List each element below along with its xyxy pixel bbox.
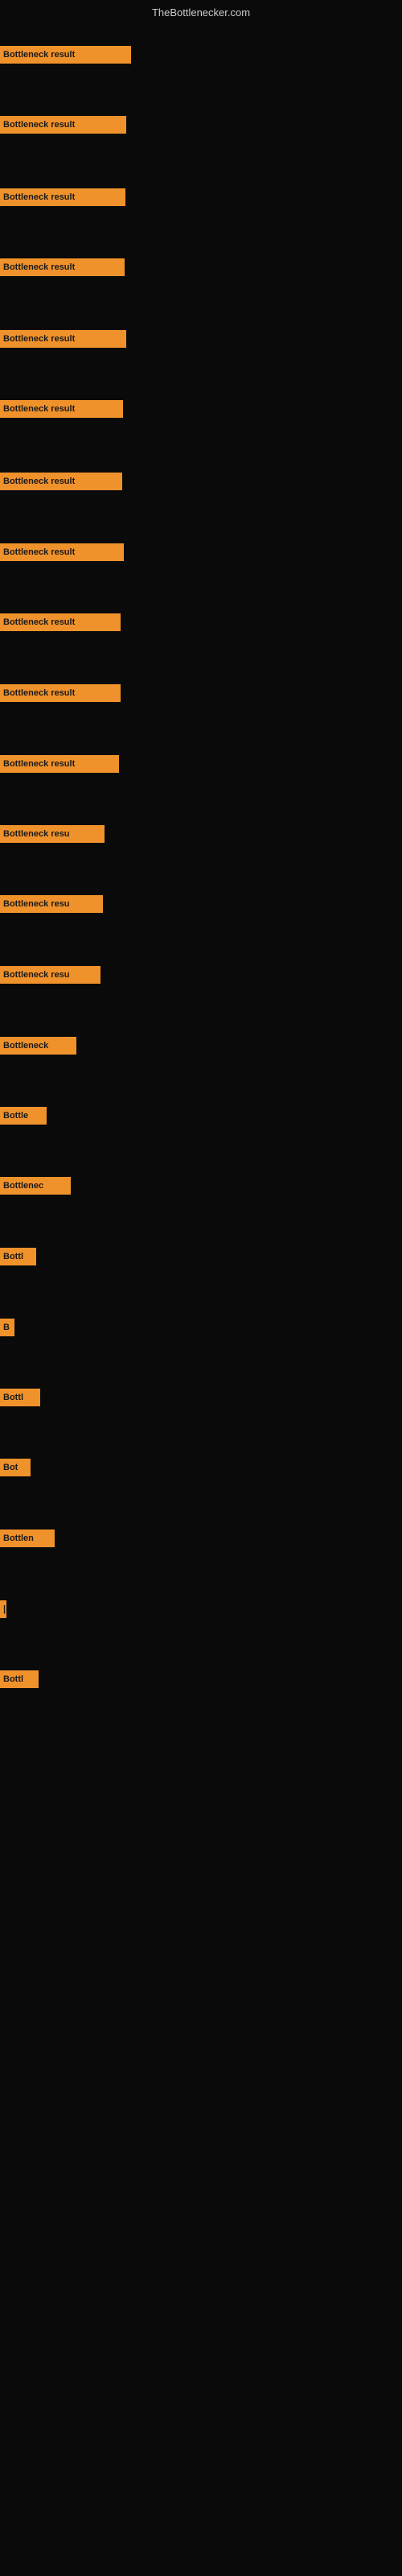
bottleneck-bar: Bottleneck result <box>0 543 124 561</box>
bottleneck-bar: Bottlenec <box>0 1177 71 1195</box>
bottleneck-bar: Bottleneck result <box>0 684 121 702</box>
bottleneck-bar: Bottleneck result <box>0 258 125 276</box>
bottleneck-bar: Bottleneck result <box>0 116 126 134</box>
bottleneck-bar: Bottleneck result <box>0 46 131 64</box>
bottleneck-bar: Bot <box>0 1459 31 1476</box>
bottleneck-bar: Bottl <box>0 1389 40 1406</box>
bottleneck-bar: Bottle <box>0 1107 47 1125</box>
bottleneck-bar: Bottleneck result <box>0 613 121 631</box>
bottleneck-bar: Bottleneck result <box>0 400 123 418</box>
bottleneck-bar: Bottl <box>0 1248 36 1265</box>
bottleneck-bar: B <box>0 1319 14 1336</box>
site-title: TheBottlenecker.com <box>152 6 250 19</box>
bottleneck-bar: Bottleneck resu <box>0 825 105 843</box>
bottleneck-bar: Bottleneck result <box>0 330 126 348</box>
bottleneck-bar: Bottleneck resu <box>0 895 103 913</box>
bottleneck-bar: Bottl <box>0 1670 39 1688</box>
bottleneck-bar: Bottleneck resu <box>0 966 100 984</box>
bottleneck-bar: Bottlen <box>0 1530 55 1547</box>
bottleneck-bar: Bottleneck result <box>0 755 119 773</box>
bottleneck-bar: Bottleneck <box>0 1037 76 1055</box>
bottleneck-bar: Bottleneck result <box>0 473 122 490</box>
bottleneck-bar: | <box>0 1600 6 1618</box>
bottleneck-bar: Bottleneck result <box>0 188 125 206</box>
